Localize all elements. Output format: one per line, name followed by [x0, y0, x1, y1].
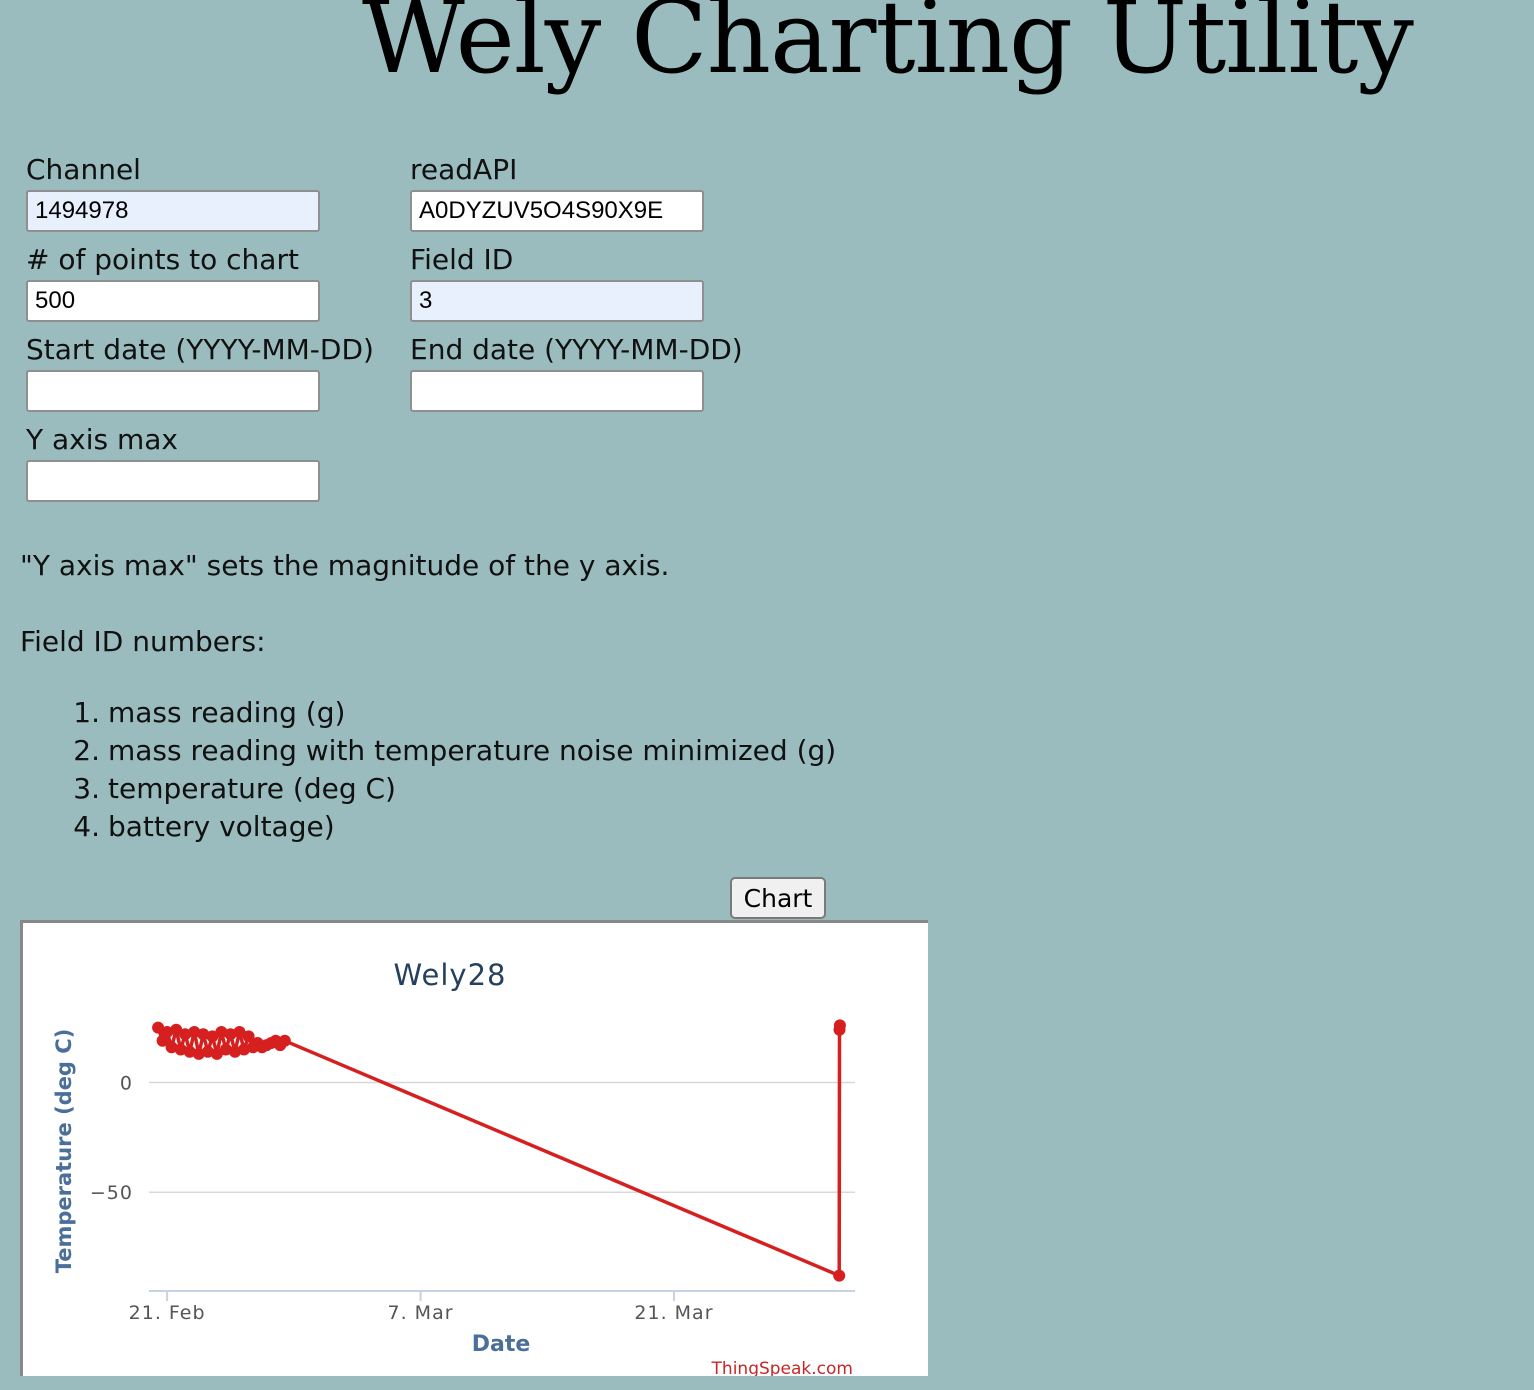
- field-id-list-item: 2. mass reading with temperature noise mi…: [58, 732, 836, 770]
- x-tick-label: 7. Mar: [388, 1302, 454, 1324]
- list-item-number: 3.: [73, 772, 100, 805]
- end-date-input[interactable]: [410, 370, 704, 412]
- list-item-text: battery voltage): [108, 810, 335, 843]
- start-date-label: Start date (YYYY-MM-DD): [26, 333, 374, 366]
- read-api-label: readAPI: [410, 153, 518, 186]
- data-point: [833, 1269, 846, 1282]
- chart-grid: [149, 1081, 855, 1193]
- data-point: [278, 1034, 291, 1047]
- chart-frame: Wely28 Temperature (deg C) Date 0 −50 21. …: [20, 920, 928, 1376]
- list-item-text: mass reading (g): [108, 696, 346, 729]
- list-item-text: mass reading with temperature noise mini…: [108, 734, 837, 767]
- y-axis-help-text: "Y axis max" sets the magnitude of the y…: [20, 549, 670, 582]
- chart-title: Wely28: [394, 958, 507, 992]
- field-id-list-item: 1. mass reading (g): [58, 694, 836, 732]
- y-tick-label: 0: [120, 1072, 133, 1094]
- y-axis-max-input[interactable]: [26, 460, 320, 502]
- y-axis-title: Temperature (deg C): [52, 1029, 76, 1274]
- field-id-input[interactable]: [410, 280, 704, 322]
- x-tick-label: 21. Mar: [634, 1302, 713, 1324]
- app-title: Wely Charting Utility: [362, 0, 1414, 96]
- field-id-label: Field ID: [410, 243, 514, 276]
- y-tick-label: −50: [90, 1182, 133, 1204]
- points-label: # of points to chart: [26, 243, 299, 276]
- field-id-list: 1. mass reading (g) 2. mass reading with t…: [58, 694, 836, 846]
- points-input[interactable]: [26, 280, 320, 322]
- field-id-list-item: 4. battery voltage): [58, 808, 836, 846]
- start-date-input[interactable]: [26, 370, 320, 412]
- end-date-label: End date (YYYY-MM-DD): [410, 333, 743, 366]
- data-point: [833, 1019, 846, 1032]
- chart-series: [152, 1019, 846, 1282]
- channel-label: Channel: [26, 153, 141, 186]
- list-item-number: 1.: [73, 696, 100, 729]
- chart-axes: 0 −50 21. Feb 7. Mar 21. Mar: [90, 1072, 855, 1324]
- list-item-text: temperature (deg C): [108, 772, 396, 805]
- chart-button[interactable]: Chart: [730, 877, 826, 919]
- x-tick-label: 21. Feb: [129, 1302, 206, 1324]
- list-item-number: 2.: [73, 734, 100, 767]
- series-line: [156, 1025, 842, 1278]
- read-api-input[interactable]: [410, 190, 704, 232]
- y-axis-max-label: Y axis max: [26, 423, 179, 456]
- temperature-chart: Wely28 Temperature (deg C) Date 0 −50 21. …: [52, 958, 855, 1376]
- x-axis-title: Date: [472, 1332, 531, 1357]
- thingspeak-credit[interactable]: ThingSpeak.com: [711, 1359, 853, 1376]
- field-id-list-item: 3. temperature (deg C): [58, 770, 836, 808]
- channel-input[interactable]: [26, 190, 320, 232]
- list-item-number: 4.: [73, 810, 100, 843]
- field-ids-heading: Field ID numbers:: [20, 625, 266, 658]
